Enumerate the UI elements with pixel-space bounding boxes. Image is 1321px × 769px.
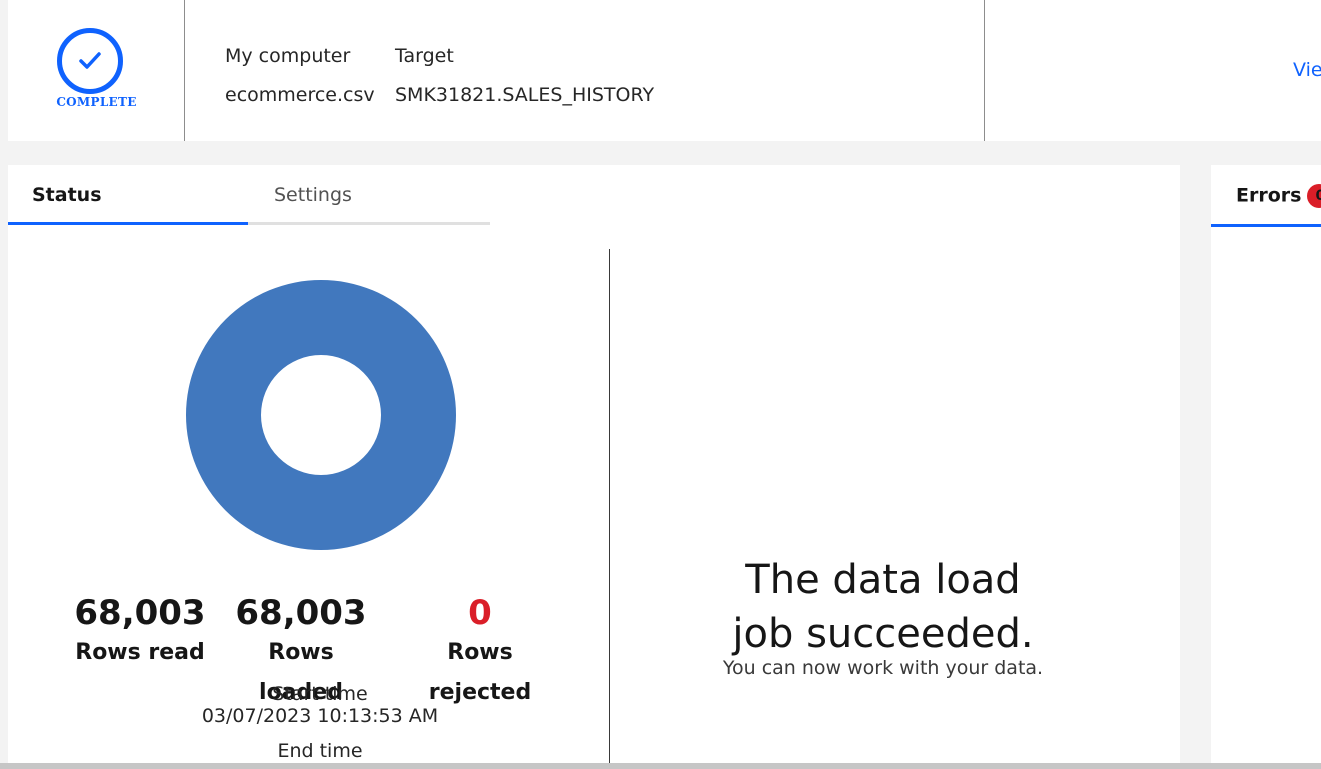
source-file: ecommerce.csv xyxy=(225,84,375,106)
success-subtitle: You can now work with your data. xyxy=(722,657,1044,679)
source-heading: My computer xyxy=(225,45,351,67)
status-label: COMPLETE xyxy=(56,95,137,109)
target-table: SMK31821.SALES_HISTORY xyxy=(395,84,655,106)
success-title: The data load job succeeded. xyxy=(732,557,1034,657)
job-summary-header: COMPLETE My computer ecommerce.csv Targe… xyxy=(8,0,1321,141)
rows-donut-chart xyxy=(186,280,456,550)
horizontal-scrollbar[interactable] xyxy=(0,763,1321,769)
start-time: Start time 03/07/2023 10:13:53 AM xyxy=(160,683,480,727)
rows-rejected-value: 0 xyxy=(468,593,492,633)
errors-tab-label: Errors xyxy=(1236,184,1302,207)
complete-check-icon xyxy=(57,28,123,94)
tab-settings[interactable]: Settings xyxy=(248,165,490,225)
rows-read-label: Rows read xyxy=(75,640,205,665)
error-count-badge: 0 xyxy=(1307,184,1321,208)
errors-panel: Errors 0 xyxy=(1211,165,1321,769)
donut-slice-rows-loaded xyxy=(186,280,456,550)
status-panel: Status Settings 68,003 Rows read 68,003 … xyxy=(8,165,1180,769)
status-indicator: COMPLETE xyxy=(8,0,185,141)
tab-status[interactable]: Status xyxy=(8,165,248,225)
rows-read-value: 68,003 xyxy=(74,593,206,633)
tab-errors[interactable]: Errors 0 xyxy=(1211,165,1321,227)
panel-divider xyxy=(609,249,610,769)
target-column: Target SMK31821.SALES_HISTORY xyxy=(395,37,654,115)
start-time-value: 03/07/2023 10:13:53 AM xyxy=(201,705,439,727)
source-column: My computer ecommerce.csv xyxy=(225,37,375,115)
rows-loaded-value: 68,003 xyxy=(235,593,367,633)
view-link[interactable]: Vie xyxy=(1293,59,1321,81)
tab-list: Status Settings xyxy=(8,165,490,225)
header-divider xyxy=(984,0,985,141)
target-heading: Target xyxy=(395,45,454,67)
rows-read-stat: 68,003 Rows read xyxy=(70,593,210,673)
end-time-label: End time xyxy=(277,740,363,762)
start-time-label: Start time xyxy=(272,683,368,705)
